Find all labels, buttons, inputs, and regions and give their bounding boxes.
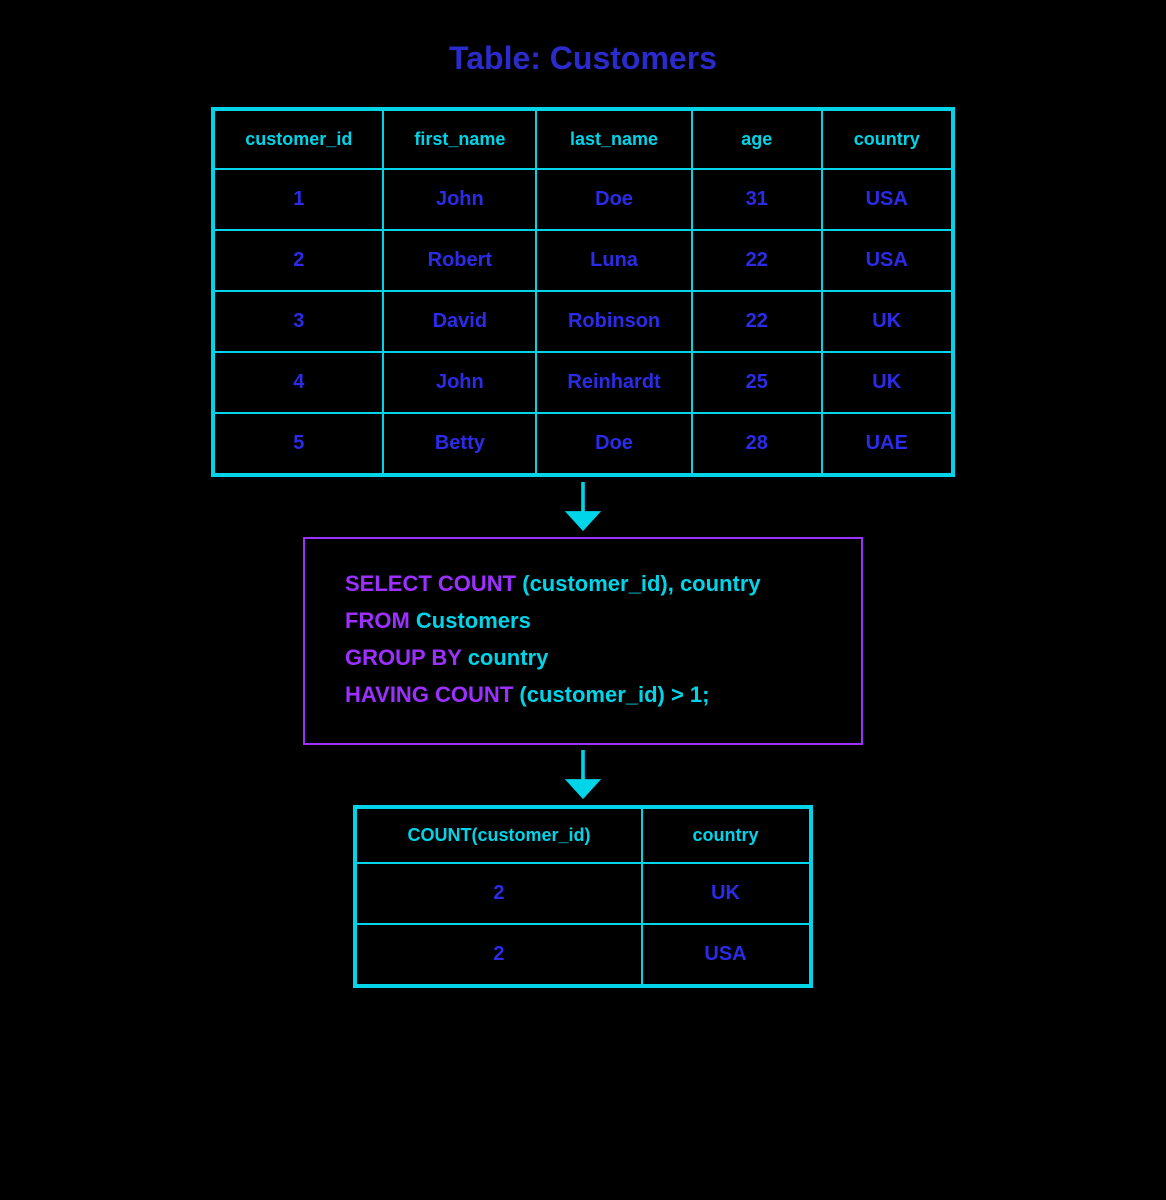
sql-keyword-from: FROM	[345, 608, 410, 633]
result-table-header-row: COUNT(customer_id)country	[356, 808, 809, 863]
table-cell: 2	[356, 924, 641, 985]
table-cell: 5	[214, 413, 383, 474]
table-row: 1JohnDoe31USA	[214, 169, 951, 230]
customers-table-header-first_name: first_name	[383, 110, 536, 169]
sql-text-4: (customer_id) > 1;	[519, 682, 709, 707]
table-cell: UK	[822, 291, 952, 352]
table-cell: USA	[822, 230, 952, 291]
customers-table-header-customer_id: customer_id	[214, 110, 383, 169]
customers-table: customer_idfirst_namelast_nameagecountry…	[213, 109, 952, 475]
sql-line-3: GROUP BY country	[345, 641, 821, 674]
table-cell: John	[383, 169, 536, 230]
table-cell: 3	[214, 291, 383, 352]
result-table-wrapper: COUNT(customer_id)country 2UK2USA	[353, 805, 812, 988]
table-cell: USA	[642, 924, 810, 985]
table-cell: 25	[692, 352, 822, 413]
sql-func-count-1: COUNT	[438, 571, 516, 596]
page-title: Table: Customers	[449, 40, 717, 77]
sql-func-count-2: COUNT	[435, 682, 513, 707]
table-row: 5BettyDoe28UAE	[214, 413, 951, 474]
table-cell: 1	[214, 169, 383, 230]
table-cell: Reinhardt	[536, 352, 691, 413]
sql-text-2: Customers	[416, 608, 531, 633]
table-cell: Doe	[536, 169, 691, 230]
table-cell: UK	[822, 352, 952, 413]
sql-line-1: SELECT COUNT (customer_id), country	[345, 567, 821, 600]
customers-table-header-country: country	[822, 110, 952, 169]
result-table-header-country: country	[642, 808, 810, 863]
table-cell: UK	[642, 863, 810, 924]
arrow-down-2	[563, 745, 603, 805]
table-cell: 2	[214, 230, 383, 291]
table-cell: 4	[214, 352, 383, 413]
result-table: COUNT(customer_id)country 2UK2USA	[355, 807, 810, 986]
customers-table-wrapper: customer_idfirst_namelast_nameagecountry…	[211, 107, 954, 477]
table-cell: 22	[692, 230, 822, 291]
customers-table-header-last_name: last_name	[536, 110, 691, 169]
table-cell: Doe	[536, 413, 691, 474]
table-row: 3DavidRobinson22UK	[214, 291, 951, 352]
sql-line-4: HAVING COUNT (customer_id) > 1;	[345, 678, 821, 711]
table-cell: Robert	[383, 230, 536, 291]
table-row: 2RobertLuna22USA	[214, 230, 951, 291]
table-cell: David	[383, 291, 536, 352]
table-cell: Robinson	[536, 291, 691, 352]
table-row: 2UK	[356, 863, 809, 924]
result-table-header-COUNT-customer-id-: COUNT(customer_id)	[356, 808, 641, 863]
table-cell: 2	[356, 863, 641, 924]
table-cell: Luna	[536, 230, 691, 291]
table-cell: 22	[692, 291, 822, 352]
sql-query-box: SELECT COUNT (customer_id), country FROM…	[303, 537, 863, 745]
arrow-down-1	[563, 477, 603, 537]
table-cell: UAE	[822, 413, 952, 474]
sql-keyword-select: SELECT	[345, 571, 438, 596]
customers-table-header-age: age	[692, 110, 822, 169]
table-cell: USA	[822, 169, 952, 230]
table-row: 2USA	[356, 924, 809, 985]
sql-text-3: country	[468, 645, 549, 670]
table-cell: 28	[692, 413, 822, 474]
sql-keyword-groupby: GROUP BY	[345, 645, 462, 670]
table-cell: 31	[692, 169, 822, 230]
table-cell: Betty	[383, 413, 536, 474]
table-cell: John	[383, 352, 536, 413]
table-row: 4JohnReinhardt25UK	[214, 352, 951, 413]
sql-keyword-having: HAVING	[345, 682, 435, 707]
sql-line-2: FROM Customers	[345, 604, 821, 637]
sql-text-1: (customer_id), country	[522, 571, 760, 596]
customers-table-header-row: customer_idfirst_namelast_nameagecountry	[214, 110, 951, 169]
